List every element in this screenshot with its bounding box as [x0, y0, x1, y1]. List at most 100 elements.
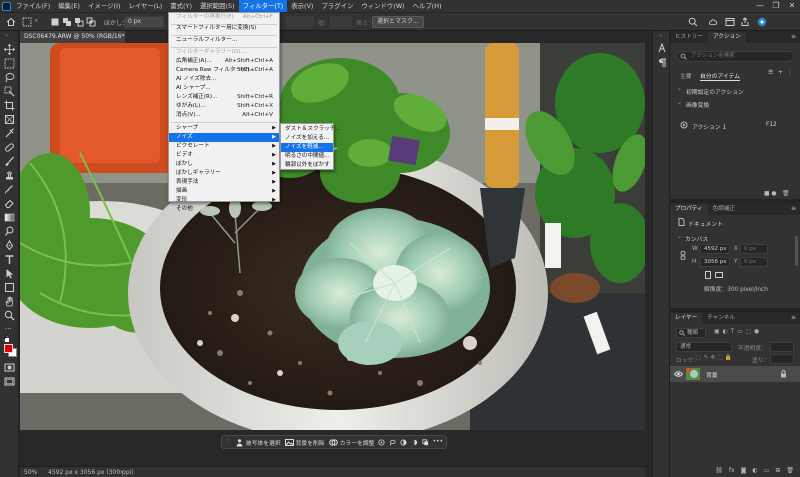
menu-10[interactable]: ヘルプ(H): [409, 0, 446, 12]
filter-menu-item[interactable]: 消点(V)... Alt+Ctrl+V: [169, 111, 279, 120]
more-options-button[interactable]: •••: [433, 439, 443, 445]
panel-menu-icon[interactable]: ≡: [791, 33, 796, 40]
adjust-color-button[interactable]: カラーを調整: [328, 438, 374, 447]
clone-stamp-tool-icon[interactable]: [4, 170, 15, 181]
feather-input[interactable]: 0 px: [124, 16, 164, 28]
cloud-docs-icon[interactable]: [708, 17, 718, 27]
new-selection-icon[interactable]: [50, 17, 60, 27]
filter-menu-item[interactable]: レンズ補正(R)... Shift+Ctrl+R: [169, 93, 279, 102]
layer-filter-icons[interactable]: ▣◐T▭⬚●: [714, 329, 762, 335]
filter-menu-item[interactable]: 表現手法 ▶: [169, 178, 279, 187]
dodge-tool-icon[interactable]: [4, 226, 15, 237]
add-mask-icon[interactable]: ◙: [741, 467, 747, 474]
shape-tool-icon[interactable]: [4, 282, 15, 293]
lasso-tool-icon[interactable]: [4, 72, 15, 83]
close-button[interactable]: ✕: [784, 0, 800, 12]
workspace-icon[interactable]: [725, 17, 735, 27]
noise-menu-item[interactable]: ダスト＆スクラッチ...: [281, 125, 341, 134]
action-set-image-convert[interactable]: 画像変換: [686, 100, 709, 109]
quick-mask-icon[interactable]: [4, 362, 15, 373]
filter-menu-item[interactable]: ぼかし ▶: [169, 160, 279, 169]
new-layer-icon[interactable]: ⊞: [775, 467, 780, 474]
brush-tool-icon[interactable]: [4, 156, 15, 167]
type-tool-icon[interactable]: [4, 254, 15, 265]
chevron-down-icon[interactable]: ▾: [35, 18, 38, 24]
panel-menu-icon[interactable]: ≡: [791, 314, 796, 321]
menu-9[interactable]: ウィンドウ(W): [357, 0, 408, 12]
fill-field[interactable]: [770, 354, 794, 364]
layer-style-icon[interactable]: fx: [729, 467, 735, 474]
generative-fill-icon[interactable]: [378, 438, 385, 447]
more-icon[interactable]: ⋮: [787, 70, 793, 76]
object-selection-tool-icon[interactable]: [4, 86, 15, 97]
filter-menu-item[interactable]: その他 ▶: [169, 205, 279, 214]
delete-icon[interactable]: 🗑: [782, 191, 789, 197]
menu-1[interactable]: 編集(E): [54, 0, 84, 12]
canvas-y-field[interactable]: 0 px: [740, 257, 768, 267]
adjustment-layer-icon[interactable]: [411, 438, 418, 447]
eye-icon[interactable]: [674, 370, 683, 378]
menu-0[interactable]: ファイル(F): [12, 0, 54, 12]
filter-menu-item[interactable]: フィルターの再実行(F) Alt+Ctrl+F: [169, 13, 279, 22]
subtab-main[interactable]: 主要: [680, 71, 692, 80]
portrait-orientation-icon[interactable]: [704, 271, 712, 279]
collapse-icon[interactable]: «: [659, 33, 662, 39]
stop-record-icon[interactable]: ■ ●: [764, 191, 776, 197]
menu-3[interactable]: レイヤー(L): [124, 0, 166, 12]
tab-properties[interactable]: プロパティ: [670, 204, 708, 215]
opacity-field[interactable]: [770, 342, 794, 352]
filter-menu-item[interactable]: AI ノイズ除去...: [169, 75, 279, 84]
crop-tool-icon[interactable]: [4, 100, 15, 111]
document-tab[interactable]: DSC06479.ARW @ 50% (RGB/16*) ×: [20, 31, 138, 43]
properties-scrollbar[interactable]: [795, 236, 798, 266]
canvas-x-field[interactable]: 0 px: [740, 244, 768, 254]
layer-stack-icon[interactable]: [422, 438, 429, 447]
link-layers-icon[interactable]: ⛓: [715, 467, 723, 474]
chevron-right-icon[interactable]: ›: [120, 468, 123, 476]
filter-menu-item[interactable]: 広角補正(A)... Alt+Shift+Ctrl+A: [169, 57, 279, 66]
adjustment-icon[interactable]: ◐: [752, 467, 757, 474]
tab-history[interactable]: ヒストリー: [670, 32, 708, 43]
frame-tool-icon[interactable]: [4, 114, 15, 125]
blend-mode-select[interactable]: 通常: [676, 342, 732, 352]
panel-menu-icon[interactable]: ≡: [791, 205, 796, 212]
filter-menu-item[interactable]: ノイズ ▶: [169, 133, 279, 142]
contextual-taskbar-icon[interactable]: [757, 17, 767, 27]
menu-6[interactable]: フィルター(T): [238, 0, 288, 12]
actions-search-input[interactable]: アクションを検索: [676, 51, 794, 62]
minimize-button[interactable]: —: [752, 0, 768, 12]
marquee-tool-icon[interactable]: [4, 58, 15, 69]
screen-mode-icon[interactable]: [4, 376, 15, 387]
home-icon[interactable]: [6, 17, 16, 27]
delete-layer-icon[interactable]: 🗑: [786, 467, 794, 474]
character-panel-icon[interactable]: [657, 43, 667, 53]
mask-icon[interactable]: [400, 438, 407, 447]
panel-collapse-icon[interactable]: »: [5, 33, 8, 39]
menu-5[interactable]: 選択範囲(S): [196, 0, 239, 12]
filter-menu-item[interactable]: 変形 ▶: [169, 196, 279, 205]
menu-4[interactable]: 書式(Y): [166, 0, 196, 12]
tab-layers[interactable]: レイヤー: [670, 313, 703, 324]
chevron-right-icon[interactable]: ›: [678, 87, 680, 93]
style-field[interactable]: [286, 16, 314, 28]
noise-menu-item[interactable]: ノイズを軽減...: [281, 143, 333, 152]
move-tool-icon[interactable]: [4, 44, 15, 55]
filter-menu-item[interactable]: ピクセレート ▶: [169, 142, 279, 151]
menu-7[interactable]: 表示(V): [287, 0, 317, 12]
pen-tool-icon[interactable]: [4, 240, 15, 251]
history-brush-tool-icon[interactable]: [4, 184, 15, 195]
filter-menu-item[interactable]: ゆがみ(L)... Shift+Ctrl+X: [169, 102, 279, 111]
layer-row[interactable]: 背景: [670, 366, 800, 382]
filter-menu-item[interactable]: スマートフィルター用に変換(S): [169, 24, 279, 33]
gradient-tool-icon[interactable]: [4, 212, 15, 223]
restore-button[interactable]: ❐: [768, 0, 784, 12]
image-canvas[interactable]: [20, 43, 645, 430]
chevron-down-icon[interactable]: ⌄: [677, 234, 682, 240]
more-tools-icon[interactable]: ···: [5, 325, 12, 333]
action-item[interactable]: アクション 1: [692, 122, 726, 131]
drag-handle-icon[interactable]: ⋮: [225, 439, 231, 445]
filter-menu-item[interactable]: AI シャープ...: [169, 84, 279, 93]
tab-color-adjust[interactable]: 色調補正: [708, 204, 740, 215]
menu-8[interactable]: プラグイン: [317, 0, 357, 12]
marquee-tool-icon[interactable]: [22, 17, 32, 27]
